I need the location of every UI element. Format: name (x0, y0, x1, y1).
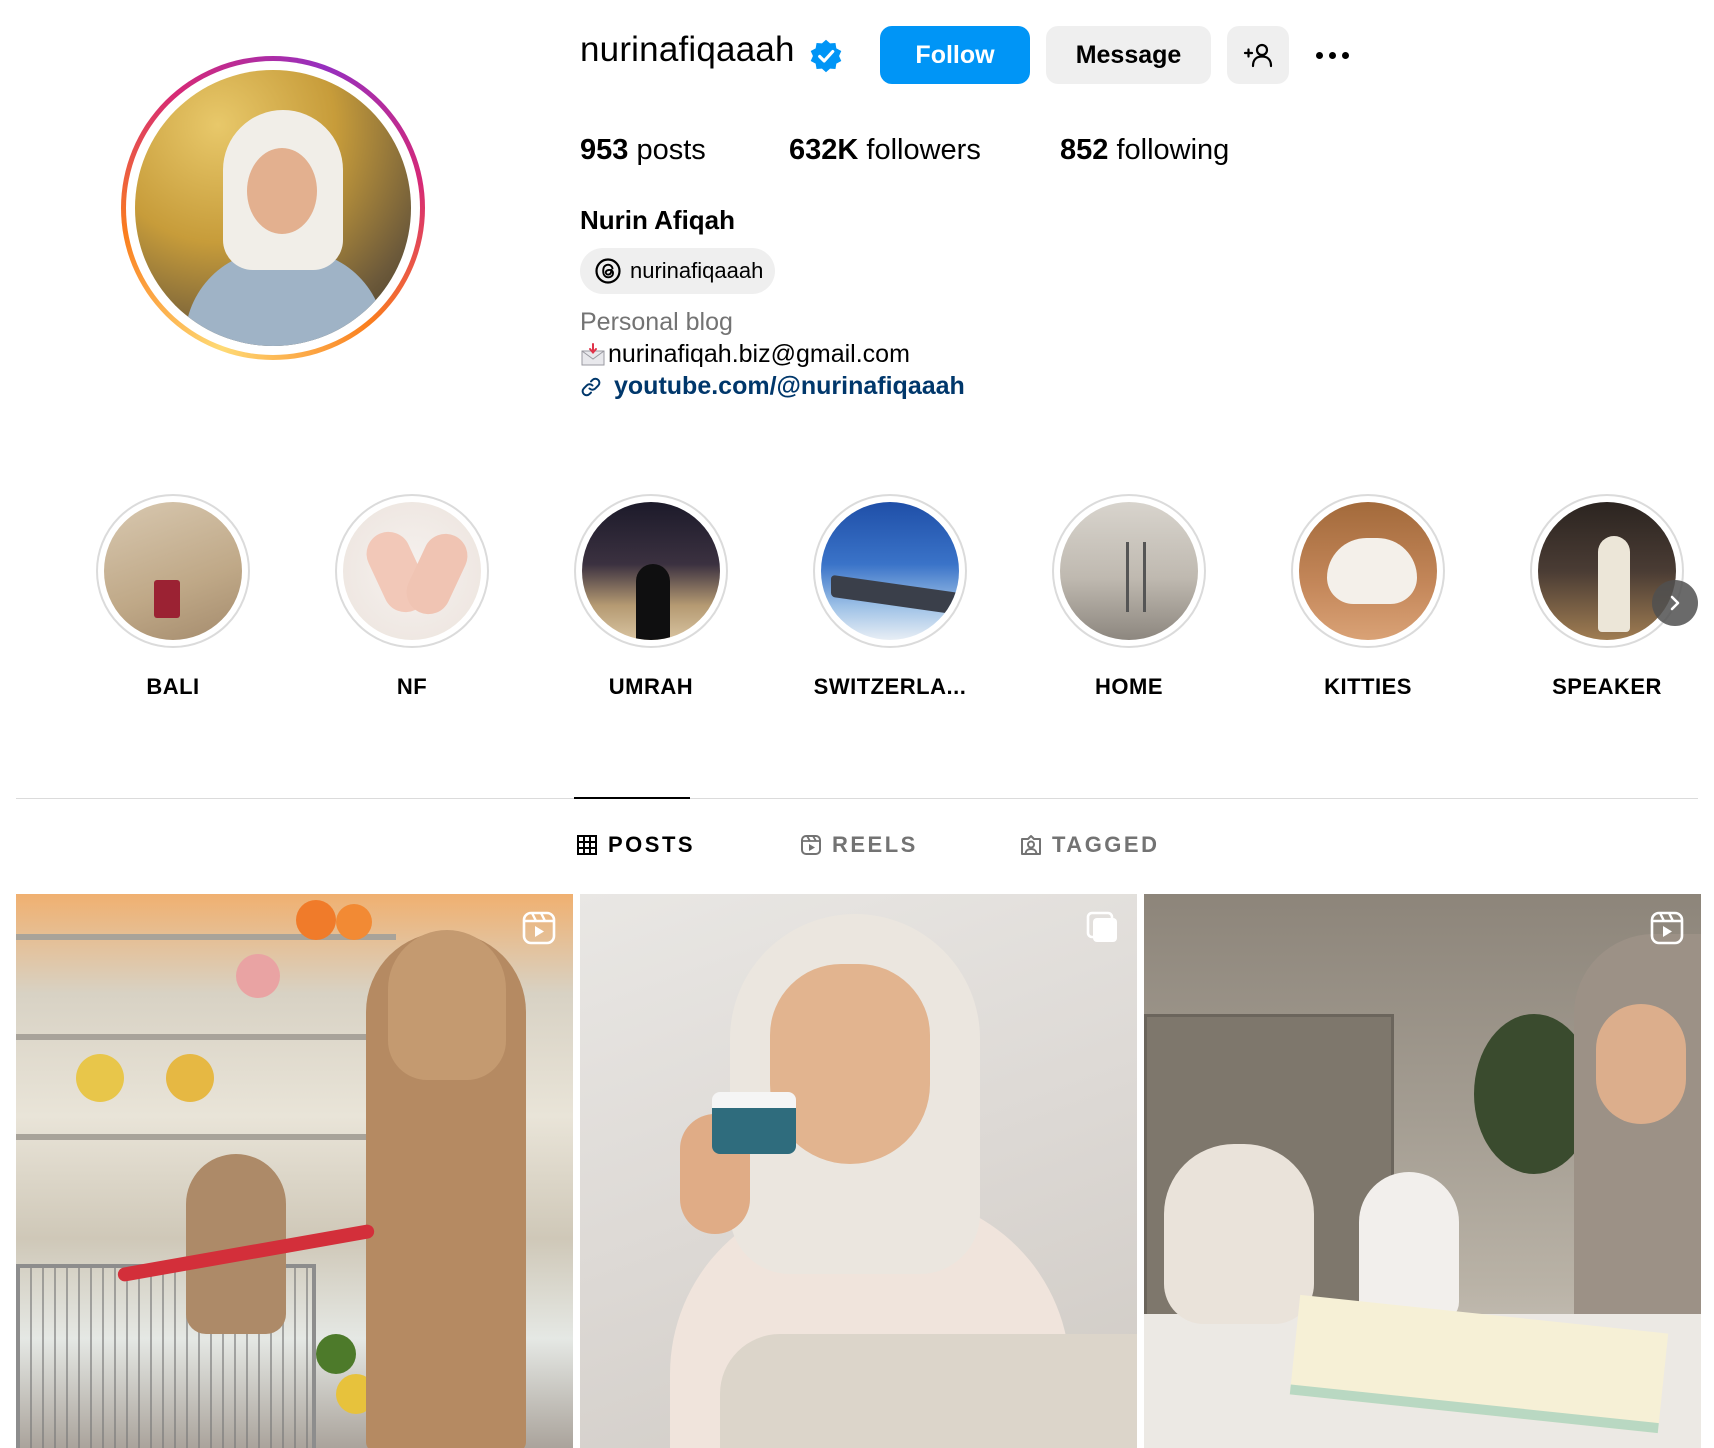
threads-icon (595, 258, 621, 284)
shelf (16, 1134, 396, 1140)
fruit (296, 900, 336, 940)
highlight-cover-ring (96, 494, 250, 648)
following-count[interactable]: 852 following (1060, 134, 1229, 167)
highlights-next-button[interactable] (1652, 580, 1698, 626)
message-button[interactable]: Message (1046, 26, 1211, 84)
child-figure (1359, 1172, 1459, 1322)
shelf (16, 934, 396, 940)
highlight-cover-image (104, 502, 242, 640)
highlight-cover-image (821, 502, 959, 640)
tagged-icon (1021, 835, 1041, 855)
highlight-label: UMRAH (608, 674, 694, 699)
reel-badge-icon (1650, 911, 1684, 945)
posts-count-number: 953 (580, 134, 629, 166)
highlight-switzerland[interactable]: SWITZERLA... (810, 494, 970, 700)
person-hijab (388, 930, 506, 1080)
tab-label: TAGGED (1052, 832, 1160, 857)
bio-link-text[interactable]: youtube.com/@nurinafiqaaah (614, 372, 965, 401)
highlight-home[interactable]: HOME (1049, 494, 1209, 700)
highlight-cover-ring (813, 494, 967, 648)
highlight-cover-image (1538, 502, 1676, 640)
highlight-kitties[interactable]: KITTIES (1288, 494, 1448, 700)
tab-posts[interactable]: POSTS (576, 832, 695, 858)
person-add-icon (1243, 43, 1273, 68)
chevron-right-icon (1670, 595, 1680, 611)
highlight-cover-ring (1052, 494, 1206, 648)
highlight-nf[interactable]: NF (332, 494, 492, 700)
email-text: nurinafiqah.biz@gmail.com (608, 340, 910, 368)
highlight-label: NF (396, 674, 428, 699)
product-jar (712, 1092, 796, 1154)
profile-category: Personal blog (580, 308, 733, 336)
post-thumbnail[interactable] (16, 894, 573, 1448)
highlight-label: HOME (1095, 674, 1163, 699)
highlight-label: BALI (146, 674, 200, 699)
profile-username: nurinafiqaaah (580, 30, 795, 69)
more-dot (1315, 51, 1323, 59)
tab-tagged[interactable]: TAGGED (1020, 832, 1159, 858)
sofa (720, 1334, 1137, 1448)
highlight-cover-ring (1291, 494, 1445, 648)
highlight-cover-ring (1530, 494, 1684, 648)
fruit (316, 1334, 356, 1374)
bio-email-line: nurinafiqah.biz@gmail.com (580, 340, 910, 369)
grid-icon (577, 835, 597, 855)
threads-handle: nurinafiqaaah (630, 258, 764, 283)
tab-reels[interactable]: REELS (800, 832, 918, 858)
followers-count-number: 632K (789, 134, 859, 166)
threads-profile-link[interactable]: nurinafiqaaah (580, 248, 776, 294)
tab-label: REELS (832, 832, 918, 857)
carousel-badge-icon (1086, 911, 1117, 942)
fruit (166, 1054, 214, 1102)
bio-link[interactable]: youtube.com/@nurinafiqaaah (580, 372, 965, 401)
active-tab-indicator (574, 797, 690, 799)
post-thumbnail[interactable] (580, 894, 1137, 1448)
fruit (76, 1054, 124, 1102)
highlight-bali[interactable]: BALI (93, 494, 253, 700)
highlight-cover-ring (335, 494, 489, 648)
highlight-umrah[interactable]: UMRAH (571, 494, 731, 700)
followers-count[interactable]: 632K followers (789, 134, 981, 167)
reel-badge-icon (522, 911, 556, 945)
posts-count: 953 posts (580, 134, 706, 167)
tab-label: POSTS (608, 832, 696, 857)
highlight-label: KITTIES (1324, 674, 1412, 699)
white-cat (1164, 1144, 1314, 1324)
post-thumbnail[interactable] (1144, 894, 1701, 1448)
fruit (336, 904, 372, 940)
following-count-number: 852 (1060, 134, 1109, 166)
highlight-cover-ring (574, 494, 728, 648)
avatar-ring-gap (126, 61, 420, 355)
reels-icon (801, 835, 821, 855)
highlight-cover-image (343, 502, 481, 640)
fruit (236, 954, 280, 998)
link-icon (581, 377, 601, 396)
profile-full-name: Nurin Afiqah (580, 205, 736, 235)
more-dot (1341, 51, 1349, 59)
more-options-icon[interactable] (1310, 40, 1354, 70)
more-dot (1328, 51, 1336, 59)
verified-badge-icon (810, 39, 842, 73)
highlight-cover-image (582, 502, 720, 640)
shelf (16, 1034, 396, 1040)
highlight-label: SPEAKER (1552, 674, 1662, 699)
highlight-label: SWITZERLA... (813, 674, 967, 699)
suggested-accounts-button[interactable] (1227, 26, 1289, 84)
follow-button[interactable]: Follow (880, 26, 1030, 84)
following-count-label: following (1108, 134, 1230, 166)
tabs-divider (16, 798, 1698, 799)
profile-avatar[interactable] (121, 56, 425, 360)
incoming-envelope-icon (581, 342, 605, 365)
person-face (1596, 1004, 1686, 1124)
highlight-cover-image (1060, 502, 1198, 640)
posts-count-label: posts (628, 134, 706, 166)
highlight-cover-image (1299, 502, 1437, 640)
followers-count-label: followers (858, 134, 981, 166)
avatar-photo (135, 70, 411, 346)
avatar-face (247, 148, 317, 234)
